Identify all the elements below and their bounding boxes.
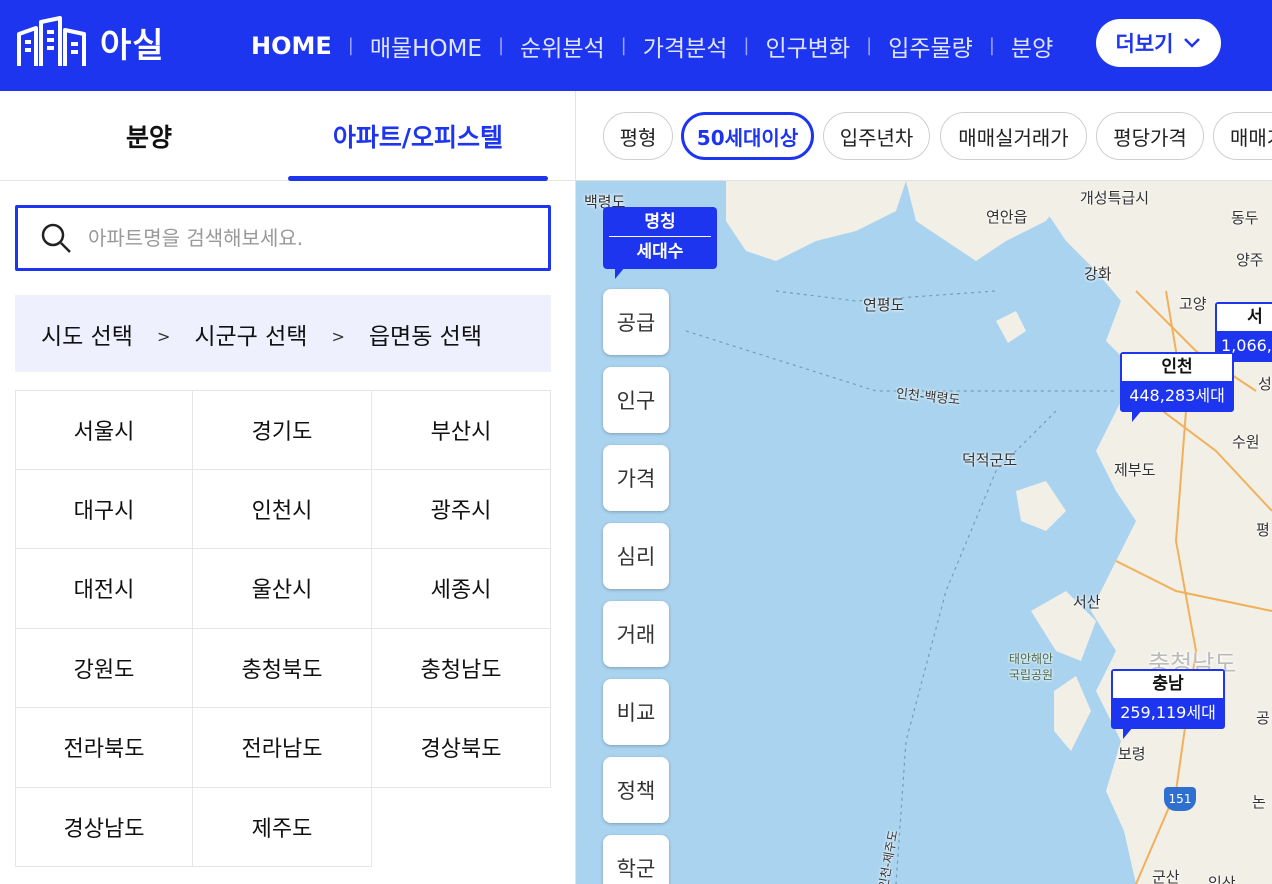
region-item[interactable]: 서울시 [15,390,193,470]
map-label: 태안해안 국립공원 [1008,652,1054,682]
marker-name: 충남 [1113,671,1223,698]
side-button-transactions[interactable]: 거래 [603,601,669,667]
search-input[interactable] [88,226,528,250]
side-button-compare[interactable]: 비교 [603,679,669,745]
active-tab-indicator [288,176,548,181]
nav-presale[interactable]: 분양 [1011,29,1053,63]
map-label: 공 [1256,709,1270,727]
side-button-school[interactable]: 학군 [603,835,669,884]
map-legend: 명칭 세대수 [603,207,717,279]
left-panel: 분양 아파트/오피스텔 시도 선택 > 시군구 선택 > 읍면동 선택 서울시 … [0,91,576,884]
nav-home[interactable]: HOME [251,32,332,60]
map-label: 제부도 [1114,461,1156,479]
chevron-down-icon [1184,38,1201,48]
filter-sale-price[interactable]: 매매실거래가 [940,112,1087,160]
marker-value: 259,119세대 [1120,703,1216,722]
legend-name: 명칭 [609,207,711,237]
select-province[interactable]: 시도 선택 [41,317,133,351]
filter-bar: 평형 50세대이상 입주년차 매매실거래가 평당가격 매매기 [576,91,1272,181]
tab-presale[interactable]: 분양 [30,91,268,181]
map-label: 평 [1256,521,1270,539]
tab-apartment-officetel[interactable]: 아파트/오피스텔 [288,91,548,181]
panel-tabs: 분양 아파트/오피스텔 [0,91,576,181]
map-label: 수원 [1232,433,1260,451]
region-item[interactable]: 대구시 [15,469,193,549]
region-item[interactable]: 경상남도 [15,787,193,867]
nav-population[interactable]: 인구변화 [765,29,850,63]
region-item[interactable]: 세종시 [372,549,551,629]
breadcrumb-separator: > [156,327,171,346]
region-item[interactable]: 경상북도 [372,708,551,788]
nav-move-in[interactable]: 입주물량 [888,29,973,63]
side-button-supply[interactable]: 공급 [603,289,669,355]
building-logo-icon [17,16,86,66]
region-item[interactable]: 충청북도 [193,628,372,708]
main-nav: HOME | 매물HOME | 순위분석 | 가격분석 | 인구변화 | 입주물… [251,0,1053,91]
search-icon [41,223,71,253]
side-button-sentiment[interactable]: 심리 [603,523,669,589]
marker-value: 448,283세대 [1129,386,1225,405]
select-district[interactable]: 시군구 선택 [194,317,307,351]
filter-50-units[interactable]: 50세대이상 [681,112,814,160]
nav-ranking[interactable]: 순위분석 [520,29,605,63]
nav-price-analysis[interactable]: 가격분석 [643,29,728,63]
region-item[interactable]: 울산시 [193,549,372,629]
map-label: 연평도 [863,296,905,314]
map-label: 익산 [1208,874,1236,884]
region-item[interactable]: 제주도 [193,787,372,867]
breadcrumb-separator: > [331,327,345,346]
legend-value: 세대수 [636,242,684,262]
region-item[interactable]: 전라북도 [15,708,193,788]
filter-size[interactable]: 평형 [603,112,673,160]
map-marker-chungnam[interactable]: 충남 259,119세대 [1111,669,1225,739]
marker-name: 인천 [1122,354,1232,381]
map-label: 서산 [1073,593,1101,611]
more-label: 더보기 [1115,32,1174,56]
side-button-population[interactable]: 인구 [603,367,669,433]
region-item[interactable]: 광주시 [372,469,551,549]
map-view[interactable]: 평형 50세대이상 입주년차 매매실거래가 평당가격 매매기 백령도 연안읍 개… [576,91,1272,884]
map-label: 동두 [1231,209,1259,227]
region-item[interactable]: 인천시 [193,469,372,549]
logo-text: 아실 [100,25,165,66]
region-item[interactable]: 강원도 [15,628,193,708]
map-label: 개성특급시 [1080,189,1150,207]
logo[interactable]: 아실 [16,14,166,70]
region-item[interactable]: 경기도 [193,390,372,470]
search-box [15,205,551,271]
map-label: 논 [1252,793,1266,811]
filter-move-in-year[interactable]: 입주년차 [823,112,930,160]
nav-listings-home[interactable]: 매물HOME [370,29,482,63]
side-button-policy[interactable]: 정책 [603,757,669,823]
map-label: 연안읍 [986,208,1028,226]
region-item[interactable]: 충청남도 [372,628,551,708]
top-navigation-bar: 아실 HOME | 매물HOME | 순위분석 | 가격분석 | 인구변화 | … [0,0,1272,91]
region-breadcrumb: 시도 선택 > 시군구 선택 > 읍면동 선택 [15,295,551,372]
map-label: 고양 [1179,295,1207,313]
region-grid: 서울시 경기도 부산시 대구시 인천시 광주시 대전시 울산시 세종시 강원도 … [15,390,551,867]
select-town[interactable]: 읍면동 선택 [369,317,482,351]
more-button[interactable]: 더보기 [1096,19,1221,67]
map-label: 양주 [1236,251,1264,269]
marker-name: 서 [1217,304,1272,331]
filter-sale-more[interactable]: 매매기 [1213,112,1272,160]
map-label: 덕적군도 [962,451,1018,469]
region-item[interactable]: 대전시 [15,549,193,629]
highway-151-shield: 151 [1164,787,1196,811]
map-label: 보령 [1118,745,1146,763]
map-marker-incheon[interactable]: 인천 448,283세대 [1120,352,1234,422]
map-label: 군산 [1152,868,1180,884]
filter-price-per-pyeong[interactable]: 평당가격 [1096,112,1204,160]
map-label: 성 [1258,375,1272,393]
region-item[interactable]: 전라남도 [193,708,372,788]
side-button-price[interactable]: 가격 [603,445,669,511]
map-label: 강화 [1084,265,1112,283]
region-item[interactable]: 부산시 [372,390,551,470]
